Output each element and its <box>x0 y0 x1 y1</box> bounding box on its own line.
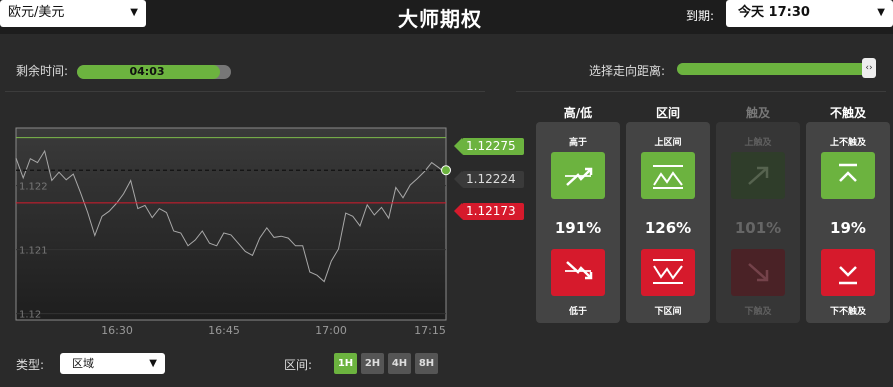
column-head-touch: 触及 <box>745 106 770 120</box>
distance-slider-fill <box>677 63 869 75</box>
chevron-down-icon: ▼ <box>149 358 157 369</box>
timer-label: 剩余时间: <box>16 64 69 78</box>
x-tick-label: 17:15 <box>414 324 446 335</box>
lower-range-button-label: 下区间 <box>654 307 682 317</box>
payout-no-touch: 19% <box>830 219 866 237</box>
asset-select[interactable]: 欧元/美元 ▼ <box>0 0 146 27</box>
x-tick-label: 16:45 <box>208 324 240 335</box>
type-select[interactable]: 区域 ▼ <box>60 353 165 374</box>
high-button-label: 高于 <box>568 138 587 148</box>
y-tick-label: 1.121 <box>19 246 48 257</box>
expiry-select-value: 今天 17:30 <box>738 5 810 20</box>
trade-panel-no-touch: 上不触及 19% 下不触及 <box>806 122 890 323</box>
range-label: 区间: <box>284 358 313 372</box>
price-chart: 1.122 1.121 1.12 16:30 16:45 17:00 17:15 <box>15 127 451 335</box>
lower-barrier-price-tag: 1.12173 <box>454 203 524 220</box>
touch-down-button[interactable] <box>731 249 785 296</box>
payout-high-low: 191% <box>554 219 602 237</box>
chevron-down-icon: ▼ <box>130 7 138 18</box>
timer-progress-bar: 04:03 <box>77 65 231 79</box>
asset-select-value: 欧元/美元 <box>8 5 65 20</box>
range-button-4h[interactable]: 4H <box>388 353 411 374</box>
chevron-down-icon: ▼ <box>877 7 885 18</box>
no-touch-up-button-label: 上不触及 <box>829 138 866 148</box>
x-tick-label: 17:00 <box>315 324 347 335</box>
trend-down-icon <box>565 261 593 280</box>
low-button-label: 低于 <box>568 307 587 317</box>
touch-up-button[interactable] <box>731 152 785 199</box>
range-down-icon <box>653 259 683 284</box>
upper-barrier-price-tag: 1.12275 <box>454 138 524 155</box>
no-touch-up-icon <box>839 163 857 182</box>
no-touch-down-button-label: 下不触及 <box>829 307 866 317</box>
trend-up-icon <box>565 167 593 186</box>
chart-plot-area <box>15 127 447 321</box>
trade-panel-range: 上区间 126% 下区间 <box>626 122 710 323</box>
touch-up-button-label: 上触及 <box>744 138 772 148</box>
no-touch-down-icon <box>839 266 857 285</box>
distance-slider[interactable] <box>677 63 869 75</box>
current-price-tag: 1.12224 <box>454 171 524 188</box>
upper-range-button[interactable] <box>641 152 695 199</box>
type-label: 类型: <box>16 358 45 372</box>
high-button[interactable] <box>551 152 605 199</box>
range-button-1h[interactable]: 1H <box>334 353 357 374</box>
range-button-2h[interactable]: 2H <box>361 353 384 374</box>
column-head-high-low: 高/低 <box>563 106 593 120</box>
type-select-value: 区域 <box>72 357 94 370</box>
arrow-down-right-icon <box>748 263 769 282</box>
no-touch-up-button[interactable] <box>821 152 875 199</box>
divider <box>5 91 485 92</box>
divider <box>516 91 886 92</box>
timer-value: 04:03 <box>129 65 165 78</box>
column-head-no-touch: 不触及 <box>829 106 866 120</box>
distance-slider-handle[interactable]: ‹› <box>862 58 876 78</box>
current-price-dot <box>441 165 451 176</box>
y-tick-label: 1.122 <box>19 182 48 193</box>
range-up-icon <box>653 165 683 189</box>
arrow-up-right-icon <box>748 166 769 185</box>
payout-range: 126% <box>644 219 692 237</box>
payout-touch: 101% <box>734 219 782 237</box>
x-tick-label: 16:30 <box>101 324 133 335</box>
no-touch-down-button[interactable] <box>821 249 875 296</box>
lower-range-button[interactable] <box>641 249 695 296</box>
y-tick-label: 1.12 <box>19 310 41 321</box>
distance-label: 选择走向距离: <box>589 64 666 78</box>
low-button[interactable] <box>551 249 605 296</box>
expiry-label: 到期: <box>686 9 715 23</box>
expiry-select[interactable]: 今天 17:30 ▼ <box>726 0 893 27</box>
column-head-range: 区间 <box>655 106 680 120</box>
page-title: 大师期权 <box>398 7 482 31</box>
trade-panel-high-low: 高于 191% 低于 <box>536 122 620 323</box>
trade-panel-touch: 上触及 101% 下触及 <box>716 122 800 323</box>
upper-range-button-label: 上区间 <box>654 138 682 148</box>
range-button-8h[interactable]: 8H <box>415 353 438 374</box>
touch-down-button-label: 下触及 <box>744 307 772 317</box>
